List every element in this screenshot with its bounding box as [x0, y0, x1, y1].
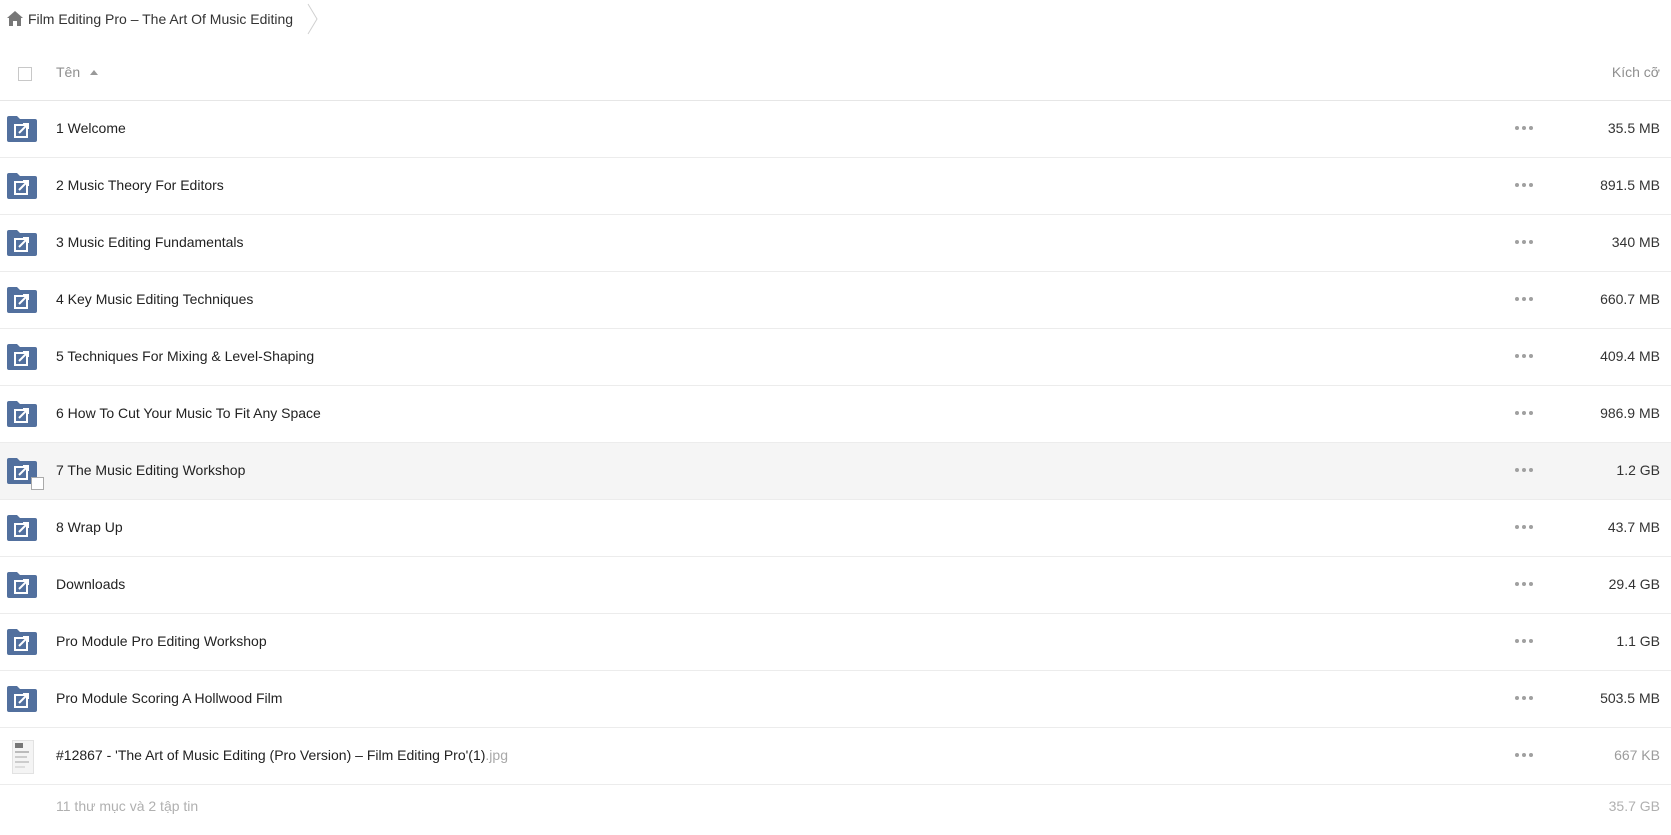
total-size: 35.7 GB — [1608, 798, 1660, 814]
home-icon[interactable] — [6, 10, 24, 28]
folder-name[interactable]: 8 Wrap Up — [56, 519, 123, 535]
folder-row[interactable]: 8 Wrap Up 43.7 MB — [0, 500, 1671, 557]
more-actions-icon[interactable] — [1515, 693, 1537, 703]
more-actions-icon[interactable] — [1515, 408, 1537, 418]
select-all-checkbox[interactable] — [18, 67, 32, 81]
file-row[interactable]: #12867 - 'The Art of Music Editing (Pro … — [0, 728, 1671, 785]
folder-row[interactable]: 7 The Music Editing Workshop 1.2 GB — [0, 443, 1671, 500]
shared-folder-icon — [7, 572, 37, 598]
folder-size: 29.4 GB — [1608, 576, 1660, 592]
file-extension: .jpg — [485, 747, 508, 763]
folder-size: 409.4 MB — [1600, 348, 1660, 364]
file-name[interactable]: #12867 - 'The Art of Music Editing (Pro … — [56, 747, 508, 763]
folder-name[interactable]: 5 Techniques For Mixing & Level-Shaping — [56, 348, 314, 364]
folder-name[interactable]: 4 Key Music Editing Techniques — [56, 291, 253, 307]
shared-folder-icon — [7, 629, 37, 655]
summary-text: 11 thư mục và 2 tập tin — [56, 798, 199, 814]
more-actions-icon[interactable] — [1515, 351, 1537, 361]
folder-row[interactable]: Downloads 29.4 GB — [0, 557, 1671, 614]
folder-size: 1.1 GB — [1616, 633, 1660, 649]
folder-size: 1.2 GB — [1616, 462, 1660, 478]
folder-name[interactable]: Pro Module Pro Editing Workshop — [56, 633, 267, 649]
folder-name[interactable]: Pro Module Scoring A Hollwood Film — [56, 690, 282, 706]
folder-row[interactable]: 6 How To Cut Your Music To Fit Any Space… — [0, 386, 1671, 443]
folder-name[interactable]: 1 Welcome — [56, 120, 126, 136]
shared-folder-icon — [7, 287, 37, 313]
breadcrumb-folder-title[interactable]: Film Editing Pro – The Art Of Music Edit… — [28, 11, 293, 27]
folder-size: 891.5 MB — [1600, 177, 1660, 193]
folder-row[interactable]: 2 Music Theory For Editors 891.5 MB — [0, 158, 1671, 215]
folder-name[interactable]: 7 The Music Editing Workshop — [56, 462, 245, 478]
folder-name[interactable]: 3 Music Editing Fundamentals — [56, 234, 244, 250]
folder-row[interactable]: 3 Music Editing Fundamentals 340 MB — [0, 215, 1671, 272]
chevron-right-icon — [307, 3, 318, 35]
folder-size: 35.5 MB — [1607, 120, 1660, 136]
shared-folder-icon — [7, 515, 37, 541]
more-actions-icon[interactable] — [1515, 579, 1537, 589]
folder-row[interactable]: Pro Module Pro Editing Workshop 1.1 GB — [0, 614, 1671, 671]
folder-row[interactable]: 4 Key Music Editing Techniques 660.7 MB — [0, 272, 1671, 329]
folder-name[interactable]: Downloads — [56, 576, 125, 592]
more-actions-icon[interactable] — [1515, 750, 1537, 760]
size-column-header[interactable]: Kích cỡ — [1612, 64, 1660, 80]
more-actions-icon[interactable] — [1515, 180, 1537, 190]
folder-size: 43.7 MB — [1607, 519, 1660, 535]
folder-size: 986.9 MB — [1600, 405, 1660, 421]
folder-name[interactable]: 6 How To Cut Your Music To Fit Any Space — [56, 405, 321, 421]
breadcrumb: Film Editing Pro – The Art Of Music Edit… — [6, 0, 319, 38]
more-actions-icon[interactable] — [1515, 636, 1537, 646]
folder-row[interactable]: 1 Welcome 35.5 MB — [0, 101, 1671, 158]
folder-size: 660.7 MB — [1600, 291, 1660, 307]
more-actions-icon[interactable] — [1515, 123, 1537, 133]
rows: 1 Welcome 35.5 MB 2 Music Theory For Edi… — [0, 101, 1671, 728]
sort-ascending-icon — [90, 69, 99, 75]
folder-row[interactable]: 5 Techniques For Mixing & Level-Shaping … — [0, 329, 1671, 386]
list-header: Tên Kích cỡ — [0, 46, 1671, 101]
folder-name[interactable]: 2 Music Theory For Editors — [56, 177, 224, 193]
name-column-header[interactable]: Tên — [56, 64, 99, 80]
more-actions-icon[interactable] — [1515, 294, 1537, 304]
folder-row[interactable]: Pro Module Scoring A Hollwood Film 503.5… — [0, 671, 1671, 728]
shared-folder-icon — [7, 344, 37, 370]
shared-folder-icon — [7, 116, 37, 142]
more-actions-icon[interactable] — [1515, 522, 1537, 532]
folder-size: 340 MB — [1611, 234, 1660, 250]
more-actions-icon[interactable] — [1515, 237, 1537, 247]
list-footer: 11 thư mục và 2 tập tin 35.7 GB — [0, 785, 1671, 835]
shared-folder-icon — [7, 173, 37, 199]
shared-folder-icon — [7, 230, 37, 256]
shared-folder-icon — [7, 401, 37, 427]
file-size: 667 KB — [1614, 747, 1660, 763]
shared-folder-icon — [7, 686, 37, 712]
file-list: Tên Kích cỡ 1 Welcome 35.5 MB 2 Music Th… — [0, 46, 1671, 835]
more-actions-icon[interactable] — [1515, 465, 1537, 475]
row-checkbox[interactable] — [31, 477, 44, 490]
file-basename: #12867 - 'The Art of Music Editing (Pro … — [56, 747, 486, 763]
image-thumbnail — [12, 740, 34, 774]
name-column-label: Tên — [56, 64, 81, 80]
folder-size: 503.5 MB — [1600, 690, 1660, 706]
